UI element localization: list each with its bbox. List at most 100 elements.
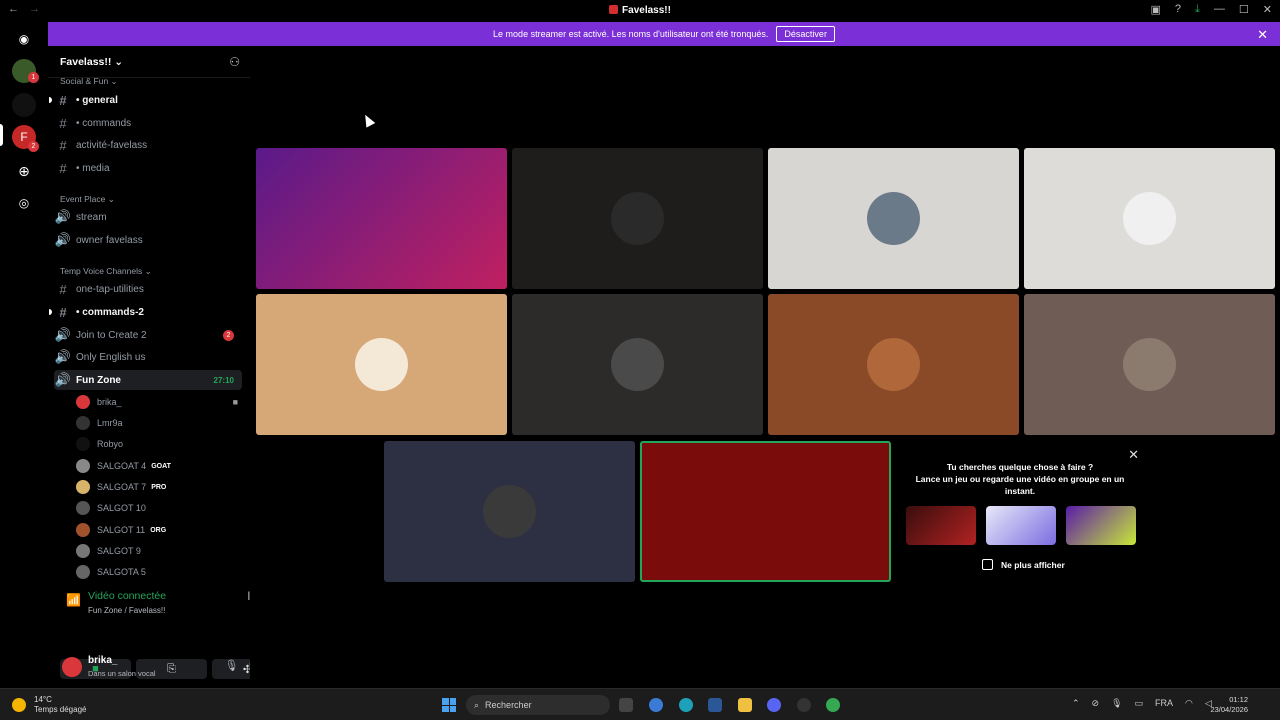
server-name: Favelass!! ⌄ <box>60 56 124 68</box>
connection-location[interactable]: Fun Zone / Favelass!! <box>88 606 165 615</box>
weather-widget[interactable]: 14°C Temps dégagé <box>34 695 86 715</box>
channel-funzone[interactable]: 🔊 Fun Zone 27:10 <box>54 370 242 390</box>
server-icon[interactable] <box>12 93 36 117</box>
channel-owner[interactable]: 🔊 owner favelass <box>54 230 242 250</box>
language-indicator[interactable]: FRA <box>1155 698 1173 709</box>
discord-icon[interactable] <box>767 698 781 712</box>
video-tile[interactable] <box>512 294 763 435</box>
maximize-icon[interactable]: ☐ <box>1239 3 1249 16</box>
avatar <box>867 192 920 245</box>
explorer-icon[interactable] <box>738 698 752 712</box>
call-timer: 27:10 <box>213 375 234 385</box>
checkbox-icon[interactable] <box>982 559 993 570</box>
close-banner-icon[interactable]: ✕ <box>1257 27 1268 43</box>
channel-activite[interactable]: # activité-favelass <box>54 135 242 155</box>
role-tag: PRO <box>151 483 167 491</box>
chevron-up-icon[interactable]: ⌃ <box>1072 698 1080 709</box>
video-tile[interactable] <box>384 441 635 582</box>
voice-user[interactable]: Robyo <box>76 434 242 454</box>
server-rail: ◉ 1 F 2 ⊕ ◎ <box>0 21 48 688</box>
video-tile[interactable] <box>768 148 1019 289</box>
voice-user[interactable]: SALGOAT 7 PRO <box>76 477 242 497</box>
avatar <box>76 459 90 473</box>
channel-label: • general <box>76 94 118 106</box>
disable-button[interactable]: Désactiver <box>776 26 835 42</box>
mic-icon[interactable]: 🎙 <box>1111 698 1122 709</box>
category-social[interactable]: Social & Fun ⌄ <box>60 76 118 87</box>
role-tag: ORG <box>150 526 167 534</box>
dont-show-checkbox[interactable]: Ne plus afficher <box>982 559 1065 570</box>
title-bar: ← → Favelass!! ▣ ? ⤓ — ☐ ✕ <box>0 0 1280 21</box>
voice-icon: 🔊 <box>54 372 72 387</box>
minimize-icon[interactable]: — <box>1214 3 1225 16</box>
channel-stream[interactable]: 🔊 stream <box>54 207 242 227</box>
app-icon[interactable] <box>797 698 811 712</box>
task-view-icon[interactable] <box>619 698 633 712</box>
video-tile[interactable] <box>512 148 763 289</box>
microphone-icon[interactable]: 🎙 <box>224 659 238 672</box>
video-tile[interactable] <box>256 148 507 289</box>
channel-media[interactable]: # • media <box>54 158 242 178</box>
weather-icon[interactable] <box>12 698 26 712</box>
store-icon[interactable] <box>708 698 722 712</box>
download-icon[interactable]: ⤓ <box>1195 3 1200 16</box>
voice-user[interactable]: Lmr9a <box>76 413 242 433</box>
time: 01:12 <box>1229 695 1248 704</box>
video-tile[interactable] <box>1024 294 1275 435</box>
add-server-icon[interactable]: ⊕ <box>12 159 36 183</box>
close-window-icon[interactable]: ✕ <box>1263 3 1272 16</box>
start-icon[interactable] <box>442 698 456 712</box>
selected-indicator <box>0 124 3 146</box>
copilot-icon[interactable] <box>649 698 663 712</box>
streamer-mode-banner: Le mode streamer est activé. Les noms d'… <box>48 22 1280 46</box>
video-tile[interactable] <box>768 294 1019 435</box>
activity-card[interactable] <box>906 506 976 545</box>
wifi-icon[interactable]: ◠ <box>1185 698 1193 709</box>
discover-icon[interactable]: ◎ <box>12 191 36 215</box>
inbox-icon[interactable]: ▣ <box>1151 3 1161 16</box>
taskbar: 14°C Temps dégagé ⌕ Rechercher ⌃ ⊘ 🎙 ▭ FR… <box>0 688 1280 720</box>
video-tile[interactable] <box>1024 148 1275 289</box>
channel-commands-2[interactable]: # • commands-2 <box>49 302 242 322</box>
help-icon[interactable]: ? <box>1175 3 1181 16</box>
hash-icon: # <box>59 160 67 176</box>
category-event[interactable]: Event Place ⌄ <box>60 194 115 205</box>
voice-icon: 🔊 <box>54 349 72 364</box>
video-tile[interactable] <box>256 294 507 435</box>
channel-english[interactable]: 🔊 Only English us <box>54 347 242 367</box>
unread-indicator <box>49 309 52 315</box>
avatar <box>1123 192 1176 245</box>
activity-cards <box>906 506 1136 545</box>
channel-join[interactable]: 🔊 Join to Create 2 2 <box>54 325 242 345</box>
activity-card[interactable] <box>1066 506 1136 545</box>
voice-user[interactable]: brika_ ■ <box>76 392 242 412</box>
add-member-icon[interactable]: ⚇ <box>229 55 240 69</box>
category-temp[interactable]: Temp Voice Channels ⌄ <box>60 266 152 277</box>
video-tile[interactable] <box>640 441 891 582</box>
voice-user[interactable]: SALGOT 11 ORG <box>76 520 242 540</box>
avatar <box>76 523 90 537</box>
voice-user[interactable]: SALGOT 9 <box>76 541 242 561</box>
channel-label: owner favelass <box>76 234 143 246</box>
channel-commands[interactable]: # • commands <box>54 113 242 133</box>
voice-user[interactable]: SALGOAT 4 GOAT <box>76 456 242 476</box>
server-badge: 2 <box>28 141 39 152</box>
connection-status[interactable]: Vidéo connectée <box>88 590 166 602</box>
search-box[interactable]: ⌕ Rechercher <box>466 695 610 715</box>
channel-onetap[interactable]: # one-tap-utilities <box>54 279 242 299</box>
network-icon[interactable]: ⊘ <box>1092 698 1100 709</box>
window-controls: ▣ ? ⤓ — ☐ ✕ <box>1151 3 1273 16</box>
server-header[interactable]: Favelass!! ⌄ ⚇ <box>48 46 250 78</box>
voice-user[interactable]: SALGOT 10 <box>76 498 242 518</box>
discord-home-icon[interactable]: ◉ <box>12 27 36 51</box>
channel-general[interactable]: # • general <box>49 90 242 110</box>
activity-card[interactable] <box>986 506 1056 545</box>
clock[interactable]: 01:12 23/04/2026 <box>1210 695 1248 715</box>
voice-user-name: SALGOT 9 <box>97 546 141 556</box>
chrome-icon[interactable] <box>826 698 840 712</box>
display-icon[interactable]: ▭ <box>1135 698 1144 709</box>
avatar[interactable] <box>62 657 82 677</box>
username[interactable]: brika_ <box>88 655 117 666</box>
edge-icon[interactable] <box>679 698 693 712</box>
avatar <box>76 437 90 451</box>
